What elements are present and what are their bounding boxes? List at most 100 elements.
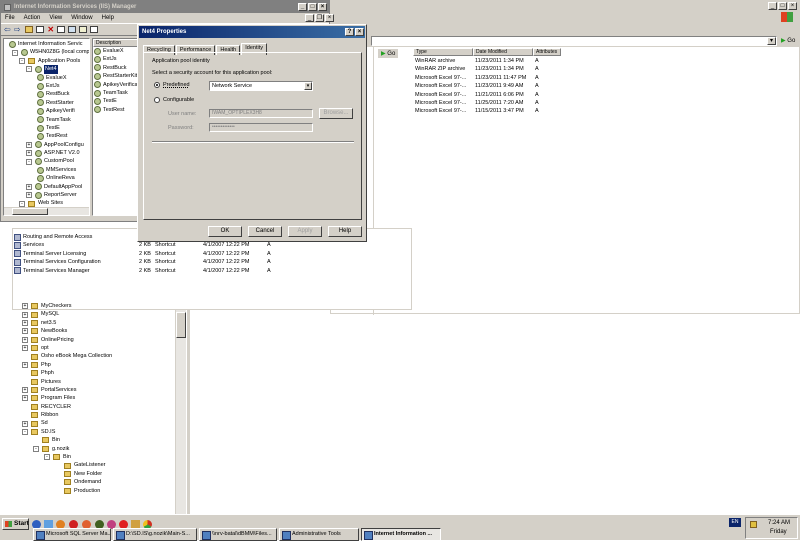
properties-icon[interactable] <box>57 26 66 33</box>
iis-minimize-button[interactable]: _ <box>298 3 307 11</box>
menu-window[interactable]: Window <box>71 13 92 23</box>
mdi-close-button[interactable]: × <box>325 14 334 22</box>
taskbar-task[interactable]: Internet Information ... <box>361 528 441 541</box>
tree-item[interactable]: ExtJs <box>4 82 89 90</box>
folder-item[interactable]: + net3.5 <box>22 319 182 327</box>
collapse-icon[interactable]: - <box>22 429 28 436</box>
expand-icon[interactable]: + <box>26 150 32 157</box>
folder-item[interactable]: RECYCLER <box>22 403 182 411</box>
tree-item[interactable]: TeamTask <box>4 116 89 124</box>
table-row[interactable]: Terminal Services Manager 2 KB Shortcut 4/1… <box>14 267 404 275</box>
menu-file[interactable]: File <box>5 13 15 23</box>
ok-button[interactable]: OK <box>208 226 242 237</box>
folder-item[interactable]: + MyCheckers <box>22 302 182 310</box>
folder-item[interactable]: Pictures <box>22 378 182 386</box>
console-tree-icon[interactable] <box>36 26 45 33</box>
tree-item[interactable]: - Net4 <box>4 65 89 74</box>
tree-item[interactable]: + ReportServer <box>4 191 89 199</box>
folder-item[interactable]: Ribbon <box>22 411 182 419</box>
language-indicator[interactable]: EN <box>729 518 741 527</box>
table-row[interactable]: Microsoft Excel 97-... 11/15/2011 3:47 PM… <box>415 107 595 115</box>
tree-item[interactable]: + AppPoolConfigu <box>4 141 89 149</box>
tray-time[interactable]: 7:24 AM <box>768 520 790 526</box>
iis-maximize-button[interactable]: □ <box>308 3 317 11</box>
table-row[interactable]: Microsoft Excel 97-... 11/25/2011 7:20 AM… <box>415 99 595 107</box>
folder-item[interactable]: - SD.IS <box>22 428 182 436</box>
expand-icon[interactable]: + <box>22 420 28 427</box>
dropdown-arrow-icon[interactable]: ▾ <box>304 82 312 90</box>
address-dropdown-button[interactable]: ▾ <box>767 37 776 45</box>
tree-item[interactable]: OnlineReva <box>4 174 89 182</box>
expand-icon[interactable]: + <box>22 345 28 352</box>
folder-item[interactable]: - g.nozik <box>22 445 182 453</box>
folder-item[interactable]: New Folder <box>22 470 182 478</box>
folder-up-icon[interactable] <box>25 26 34 33</box>
folder-item[interactable]: Osho eBook Mega Collection <box>22 352 182 360</box>
folder-item[interactable]: + OnlinePricing <box>22 336 182 344</box>
column-attributes[interactable]: Attributes <box>533 48 561 56</box>
refresh-icon[interactable] <box>68 26 77 33</box>
minimize-button[interactable]: _ <box>768 2 777 10</box>
table-row[interactable]: WinRAR ZIP archive 11/23/2011 1:34 PM A <box>415 65 595 73</box>
tree-item[interactable]: EvalueX <box>4 74 89 82</box>
expand-icon[interactable]: + <box>26 183 32 190</box>
mdi-restore-button[interactable]: ❐ <box>315 14 324 22</box>
taskbar-task[interactable]: D:\SD.IS\g.nozik\Main-S... <box>113 528 197 541</box>
folder-item[interactable]: Bin <box>22 436 182 444</box>
table-row[interactable]: Terminal Server Licensing 2 KB Shortcut 4/1… <box>14 250 404 258</box>
taskbar-task[interactable]: Microsoft SQL Server Ma... <box>33 528 111 541</box>
table-row[interactable]: Microsoft Excel 97-... 11/21/2011 6:06 PM… <box>415 91 595 99</box>
mdi-minimize-button[interactable]: _ <box>305 14 314 22</box>
folder-item[interactable]: + Sd <box>22 419 182 427</box>
tree-item[interactable]: RestBuck <box>4 90 89 99</box>
folder-item[interactable]: - Bin <box>22 453 182 461</box>
tree-item[interactable]: - W5HN0Z8G (local comp <box>4 48 89 57</box>
maximize-button[interactable]: □ <box>778 2 787 10</box>
tree-item[interactable]: TestRest <box>4 132 89 140</box>
folder-item[interactable]: + Php <box>22 361 182 369</box>
tree-item[interactable]: - CustomPool <box>4 157 89 166</box>
predefined-select[interactable]: Network Service ▾ <box>209 81 313 91</box>
collapse-icon[interactable]: - <box>26 158 32 165</box>
help-icon[interactable] <box>90 26 99 33</box>
help-button[interactable]: Help <box>328 226 362 237</box>
folder-tree-scrollbar[interactable] <box>175 310 186 514</box>
iis-tree-hscrollbar[interactable] <box>4 207 89 215</box>
expand-icon[interactable]: + <box>22 395 28 402</box>
expand-icon[interactable]: + <box>22 311 28 318</box>
collapse-icon[interactable]: - <box>12 49 18 56</box>
tree-item[interactable]: + DefaultAppPool <box>4 183 89 191</box>
menu-help[interactable]: Help <box>102 13 114 23</box>
configurable-radio[interactable] <box>154 97 160 103</box>
table-row[interactable]: Services 2 KB Shortcut 4/1/2007 12:22 PM A <box>14 241 404 250</box>
tray-day[interactable]: Friday <box>770 529 787 535</box>
taskbar-task[interactable]: Administrative Tools <box>279 528 359 541</box>
dialog-help-button[interactable]: ? <box>345 28 354 36</box>
start-button[interactable]: Start <box>2 518 29 530</box>
forward-arrow-icon[interactable]: ⇨ <box>14 25 21 34</box>
menu-view[interactable]: View <box>49 13 62 23</box>
table-row[interactable]: Microsoft Excel 97-... 11/23/2011 9:49 AM… <box>415 82 595 90</box>
back-arrow-icon[interactable]: ⇦ <box>4 25 11 34</box>
folder-item[interactable]: Phph <box>22 369 182 377</box>
hscroll-thumb[interactable] <box>12 208 48 215</box>
table-row[interactable]: WinRAR archive 11/23/2011 1:34 PM A <box>415 57 595 65</box>
folder-item[interactable]: Ondemand <box>22 478 182 486</box>
collapse-icon[interactable]: - <box>19 200 25 207</box>
second-go-button[interactable]: ▶ Go <box>378 49 399 58</box>
expand-icon[interactable]: + <box>22 387 28 394</box>
tree-item[interactable]: TestE <box>4 124 89 132</box>
folder-item[interactable]: + NewBooks <box>22 327 182 335</box>
tray-icon[interactable] <box>750 521 757 528</box>
column-date-modified[interactable]: Date Modified <box>473 48 533 56</box>
cancel-button[interactable]: Cancel <box>248 226 282 237</box>
folder-item[interactable]: + opt <box>22 344 182 352</box>
expand-icon[interactable]: + <box>22 328 28 335</box>
column-type[interactable]: Type <box>413 48 473 56</box>
username-field[interactable]: IWAM_OPTIPLEX3H8 <box>209 109 313 118</box>
predefined-option[interactable]: Predefined <box>154 82 190 88</box>
table-row[interactable]: Terminal Services Configuration 2 KB Short… <box>14 258 404 266</box>
expand-icon[interactable]: + <box>26 192 32 199</box>
folder-item[interactable]: GateListener <box>22 461 182 469</box>
expand-icon[interactable]: + <box>22 361 28 368</box>
